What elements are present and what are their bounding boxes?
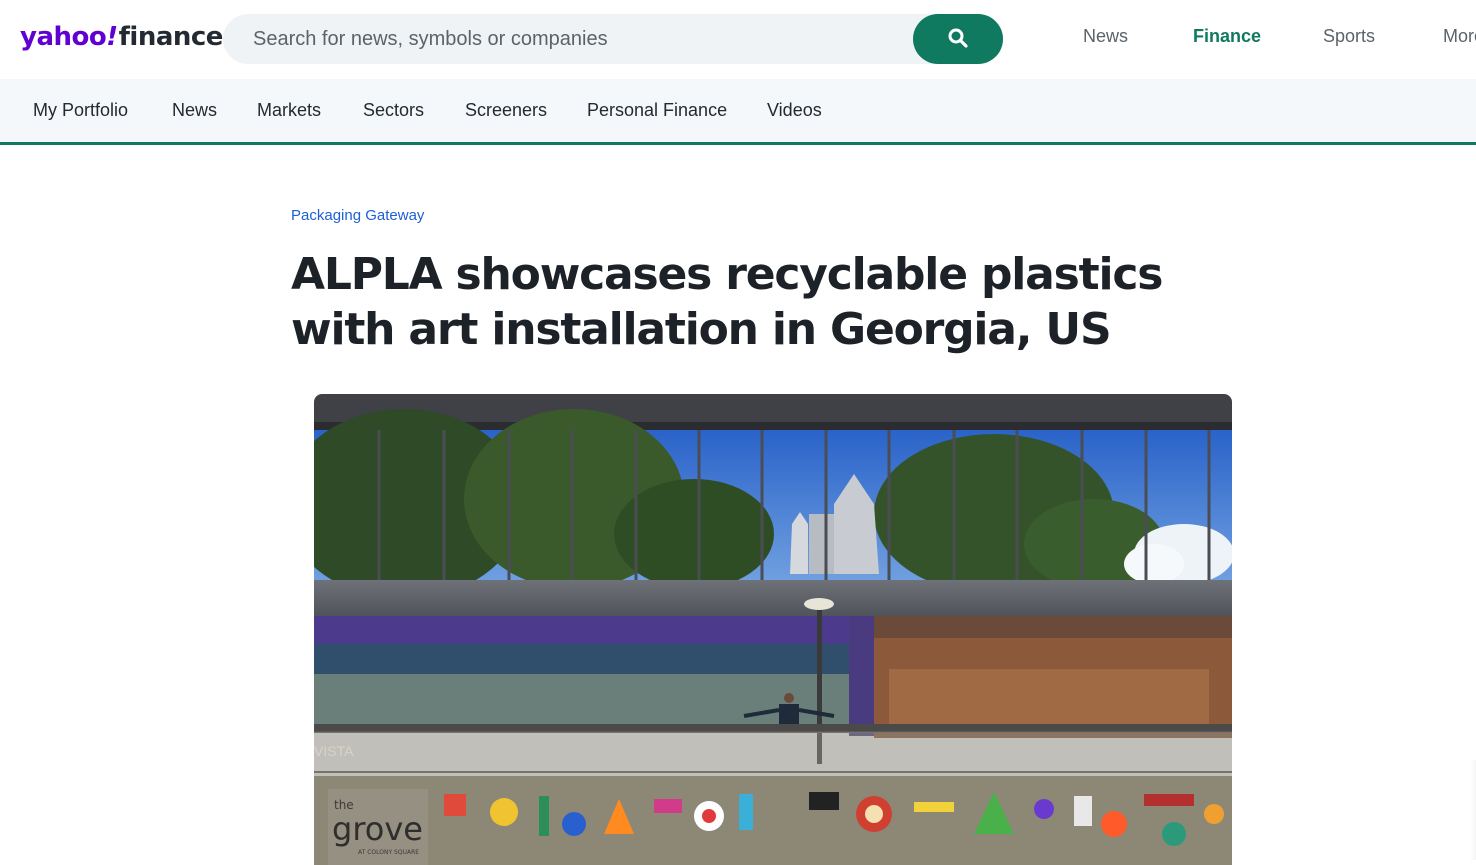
top-nav-news[interactable]: News bbox=[1083, 26, 1128, 47]
hero-image-illustration: VISTA the grove AT COLONY SQUARE bbox=[314, 394, 1232, 865]
top-nav-sports[interactable]: Sports bbox=[1323, 26, 1375, 47]
yahoo-finance-logo[interactable]: yahoo! finance bbox=[20, 22, 223, 56]
article-source-link[interactable]: Packaging Gateway bbox=[291, 207, 424, 224]
sub-nav-videos[interactable]: Videos bbox=[767, 100, 822, 121]
headline-line-1: ALPLA showcases recyclable plastics bbox=[291, 249, 1163, 300]
search-icon bbox=[947, 27, 969, 52]
sub-nav-news[interactable]: News bbox=[172, 100, 217, 121]
headline-line-2: with art installation in Georgia, US bbox=[291, 304, 1112, 355]
logo-yahoo: yahoo bbox=[20, 22, 107, 52]
search-bar bbox=[223, 14, 1003, 64]
vista-sign-text: VISTA bbox=[314, 743, 354, 759]
logo-bang: ! bbox=[106, 22, 118, 52]
top-nav-finance[interactable]: Finance bbox=[1193, 26, 1261, 47]
sub-nav-markets[interactable]: Markets bbox=[257, 100, 321, 121]
scroll-edge-shadow bbox=[1470, 760, 1476, 860]
grove-sign-sub: AT COLONY SQUARE bbox=[358, 849, 419, 856]
article-hero-image[interactable]: VISTA the grove AT COLONY SQUARE bbox=[314, 394, 1232, 865]
search-input[interactable] bbox=[223, 14, 913, 64]
article-headline: ALPLA showcases recyclable plastics with… bbox=[291, 247, 1191, 357]
sub-nav-screeners[interactable]: Screeners bbox=[465, 100, 547, 121]
grove-sign-grove: grove bbox=[332, 810, 423, 848]
top-bar: yahoo!finance News Finance Sports More bbox=[0, 0, 1476, 79]
sub-nav-underline bbox=[0, 142, 1476, 145]
finance-sub-nav: My Portfolio News Markets Sectors Screen… bbox=[0, 79, 1476, 145]
sub-nav-sectors[interactable]: Sectors bbox=[363, 100, 424, 121]
top-nav-more[interactable]: More bbox=[1443, 26, 1476, 47]
sub-nav-my-portfolio[interactable]: My Portfolio bbox=[33, 100, 128, 121]
sub-nav-personal-finance[interactable]: Personal Finance bbox=[587, 100, 727, 121]
search-button[interactable] bbox=[913, 14, 1003, 64]
logo-finance: finance bbox=[118, 22, 224, 52]
